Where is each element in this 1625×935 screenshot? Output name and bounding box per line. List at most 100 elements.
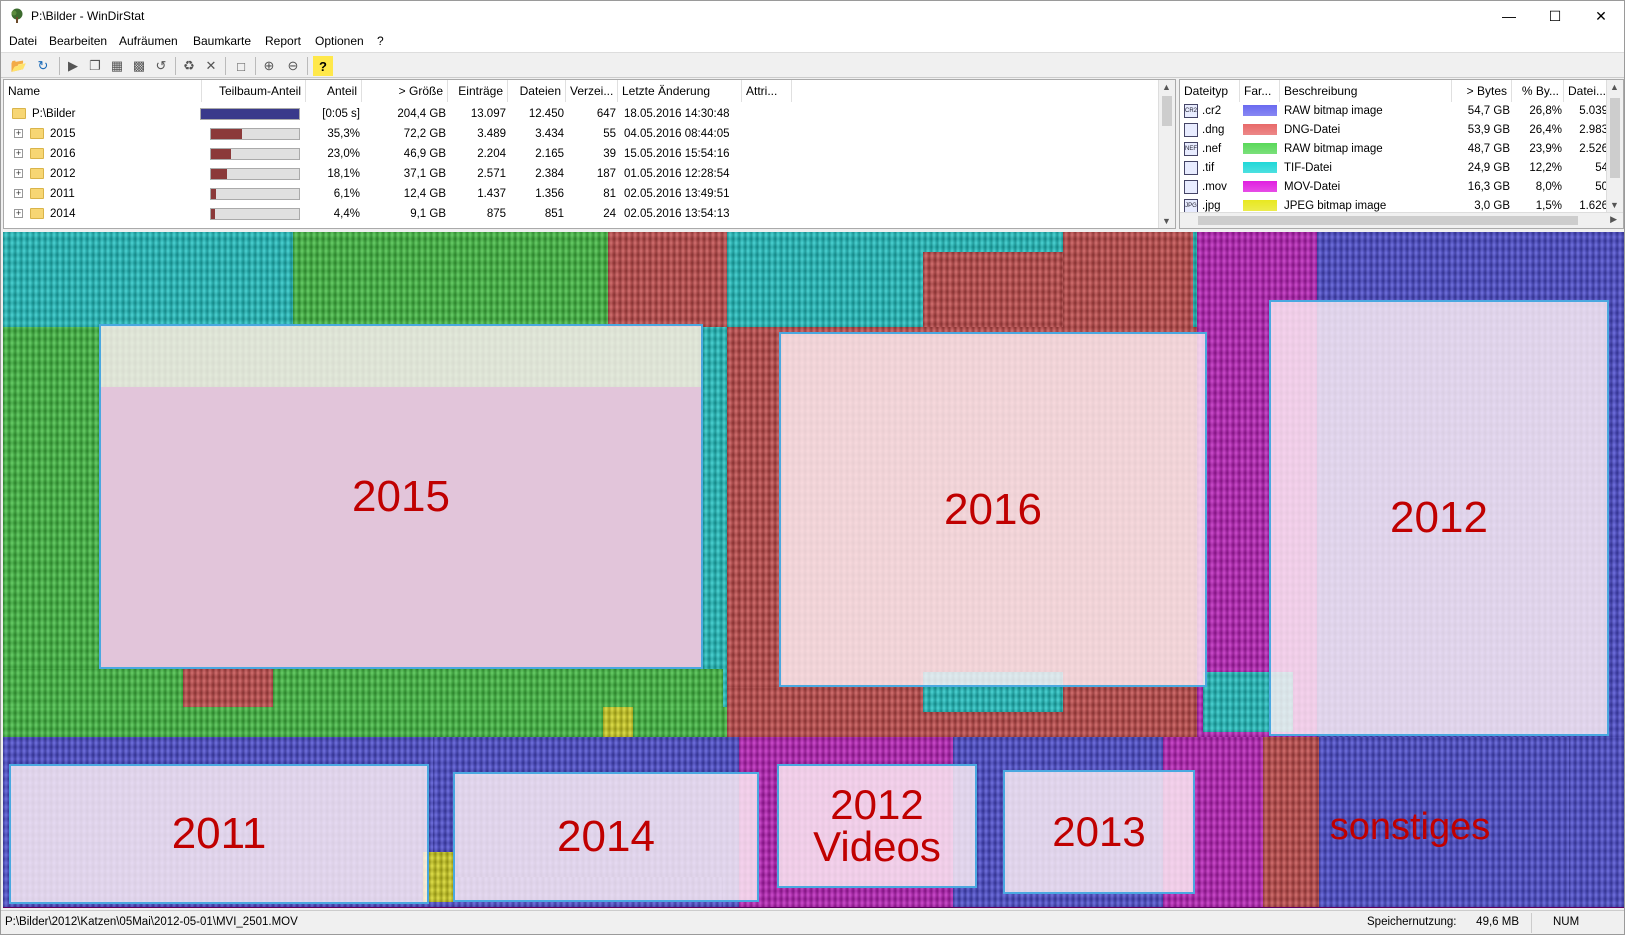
directory-tree-list[interactable]: Name Teilbaum-Anteil Anteil > Größe Eint… xyxy=(3,79,1176,229)
subtree-share-fill xyxy=(211,149,232,159)
scroll-down-icon[interactable]: ▼ xyxy=(1610,200,1619,210)
tree-row[interactable]: +2014 4,4% 9,1 GB 875 851 24 02.05.2016 13:54:… xyxy=(4,204,1175,224)
col-header-color[interactable]: Far... xyxy=(1240,80,1280,102)
tree-vertical-scrollbar[interactable]: ▲ ▼ xyxy=(1158,80,1175,228)
scroll-thumb[interactable] xyxy=(1610,98,1620,178)
treemap-cushion[interactable] xyxy=(608,232,728,327)
treemap[interactable]: 2015 2016 2012 2011 2014 2012 Videos 201… xyxy=(3,232,1624,908)
copy-path-icon[interactable]: ❐ xyxy=(85,56,105,76)
zoom-in-icon[interactable]: ⊕ xyxy=(259,56,279,76)
command-prompt-icon[interactable]: ▩ xyxy=(129,56,149,76)
play-icon[interactable]: ▶ xyxy=(63,56,83,76)
col-header-size[interactable]: > Größe xyxy=(362,80,448,102)
explorer-icon[interactable]: ▦ xyxy=(107,56,127,76)
treemap-cushion[interactable] xyxy=(603,707,633,737)
help-icon[interactable]: ? xyxy=(313,56,333,76)
refresh-selected-icon[interactable]: ↺ xyxy=(151,56,171,76)
col-header-bytes[interactable]: > Bytes xyxy=(1452,80,1512,102)
expand-icon[interactable]: + xyxy=(14,209,23,218)
treemap-cushion[interactable] xyxy=(1569,737,1624,907)
col-header-attributes[interactable]: Attri... xyxy=(742,80,792,102)
tree-row[interactable]: P:\Bilder [0:05 s] 204,4 GB 13.097 12.450 647… xyxy=(4,104,1175,124)
menu-baumkarte[interactable]: Baumkarte xyxy=(193,34,251,48)
recycle-icon[interactable]: ♻ xyxy=(179,56,199,76)
menu-bearbeiten[interactable]: Bearbeiten xyxy=(49,34,107,48)
ext-horizontal-scrollbar[interactable]: ▶ xyxy=(1180,212,1623,228)
folder-icon xyxy=(30,188,44,199)
refresh-all-icon[interactable]: ↻ xyxy=(33,56,53,76)
tree-row[interactable]: +2012 18,1% 37,1 GB 2.571 2.384 187 01.05.2016… xyxy=(4,164,1175,184)
scroll-thumb[interactable] xyxy=(1198,216,1578,225)
filetype-row[interactable]: CR2 .cr2 RAW bitmap image 54,7 GB 26,8% 5.039 xyxy=(1180,101,1623,121)
col-header-name[interactable]: Name xyxy=(4,80,202,102)
tree-row[interactable]: +2015 35,3% 72,2 GB 3.489 3.434 55 04.05.2016 … xyxy=(4,124,1175,144)
expand-icon[interactable]: + xyxy=(14,149,23,158)
treemap-label-2014: 2014 xyxy=(453,772,759,902)
row-description: RAW bitmap image xyxy=(1284,105,1383,117)
filetype-row[interactable]: .tif TIF-Datei 24,9 GB 12,2% 54 xyxy=(1180,158,1623,178)
zoom-out-icon[interactable]: ⊖ xyxy=(283,56,303,76)
col-header-entries[interactable]: Einträge xyxy=(448,80,508,102)
row-extension: .mov xyxy=(1202,181,1227,193)
col-header-filetype[interactable]: Dateityp xyxy=(1180,80,1240,102)
row-share: 4,4% xyxy=(333,208,360,220)
row-dirs: 187 xyxy=(596,168,616,180)
expand-icon[interactable]: + xyxy=(14,169,23,178)
treemap-cushion[interactable] xyxy=(703,327,727,707)
treemap-cushion[interactable] xyxy=(293,232,608,327)
col-header-share[interactable]: Anteil xyxy=(306,80,362,102)
subtree-share-fill xyxy=(211,189,217,199)
scroll-down-icon[interactable]: ▼ xyxy=(1162,216,1171,226)
file-type-icon xyxy=(1184,123,1198,137)
open-folder-icon[interactable]: 📂 xyxy=(9,56,29,76)
scroll-up-icon[interactable]: ▲ xyxy=(1162,82,1171,92)
row-description: DNG-Datei xyxy=(1284,124,1341,136)
row-share: [0:05 s] xyxy=(322,108,360,120)
tree-row[interactable]: +2011 6,1% 12,4 GB 1.437 1.356 81 02.05.2016 1… xyxy=(4,184,1175,204)
row-extension: .tif xyxy=(1202,162,1215,174)
properties-icon[interactable]: □ xyxy=(231,56,251,76)
col-header-dirs[interactable]: Verzei... xyxy=(566,80,618,102)
treemap-cushion[interactable] xyxy=(1063,232,1193,327)
treemap-cushion[interactable] xyxy=(1263,737,1323,907)
menu-optionen[interactable]: Optionen xyxy=(315,34,364,48)
subtree-share-bar xyxy=(210,128,300,140)
treemap-cushion[interactable] xyxy=(3,232,293,327)
col-header-description[interactable]: Beschreibung xyxy=(1280,80,1452,102)
maximize-button[interactable]: ☐ xyxy=(1532,1,1578,32)
row-entries: 2.571 xyxy=(477,168,506,180)
toolbar-separator xyxy=(59,57,60,75)
treemap-cushion[interactable] xyxy=(923,252,1063,332)
file-type-list[interactable]: Dateityp Far... Beschreibung > Bytes % B… xyxy=(1179,79,1624,229)
col-header-percent-bytes[interactable]: % By... xyxy=(1512,80,1564,102)
col-header-file-count[interactable]: Datei... xyxy=(1564,80,1610,102)
expand-icon[interactable]: + xyxy=(14,189,23,198)
ext-vertical-scrollbar[interactable]: ▲ ▼ xyxy=(1606,80,1623,212)
folder-icon xyxy=(12,108,26,119)
col-header-files[interactable]: Dateien xyxy=(508,80,566,102)
tree-row[interactable]: +2016 23,0% 46,9 GB 2.204 2.165 39 15.05.2016 … xyxy=(4,144,1175,164)
menu-report[interactable]: Report xyxy=(265,34,301,48)
menu-datei[interactable]: Datei xyxy=(9,34,37,48)
col-header-modified[interactable]: Letzte Änderung xyxy=(618,80,742,102)
close-button[interactable]: ✕ xyxy=(1578,1,1624,32)
subtree-share-fill xyxy=(211,129,243,139)
menu-aufraeumen[interactable]: Aufräumen xyxy=(119,34,178,48)
col-header-subtree-share[interactable]: Teilbaum-Anteil xyxy=(202,80,306,102)
row-extension: .dng xyxy=(1202,124,1225,136)
delete-icon[interactable]: ✕ xyxy=(201,56,221,76)
row-dirs: 647 xyxy=(596,108,616,120)
color-swatch xyxy=(1243,143,1277,154)
scroll-thumb[interactable] xyxy=(1162,96,1172,126)
file-type-icon xyxy=(1184,180,1198,194)
filetype-row[interactable]: .dng DNG-Datei 53,9 GB 26,4% 2.983 xyxy=(1180,120,1623,140)
minimize-button[interactable]: — xyxy=(1486,1,1532,32)
subtree-share-bar xyxy=(210,188,300,200)
filetype-row[interactable]: NEF .nef RAW bitmap image 48,7 GB 23,9% 2.526 xyxy=(1180,139,1623,159)
menu-help[interactable]: ? xyxy=(377,34,384,48)
scroll-right-icon[interactable]: ▶ xyxy=(1610,214,1617,225)
filetype-row[interactable]: .mov MOV-Datei 16,3 GB 8,0% 50 xyxy=(1180,177,1623,197)
row-entries: 1.437 xyxy=(477,188,506,200)
expand-icon[interactable]: + xyxy=(14,129,23,138)
scroll-up-icon[interactable]: ▲ xyxy=(1610,82,1619,92)
